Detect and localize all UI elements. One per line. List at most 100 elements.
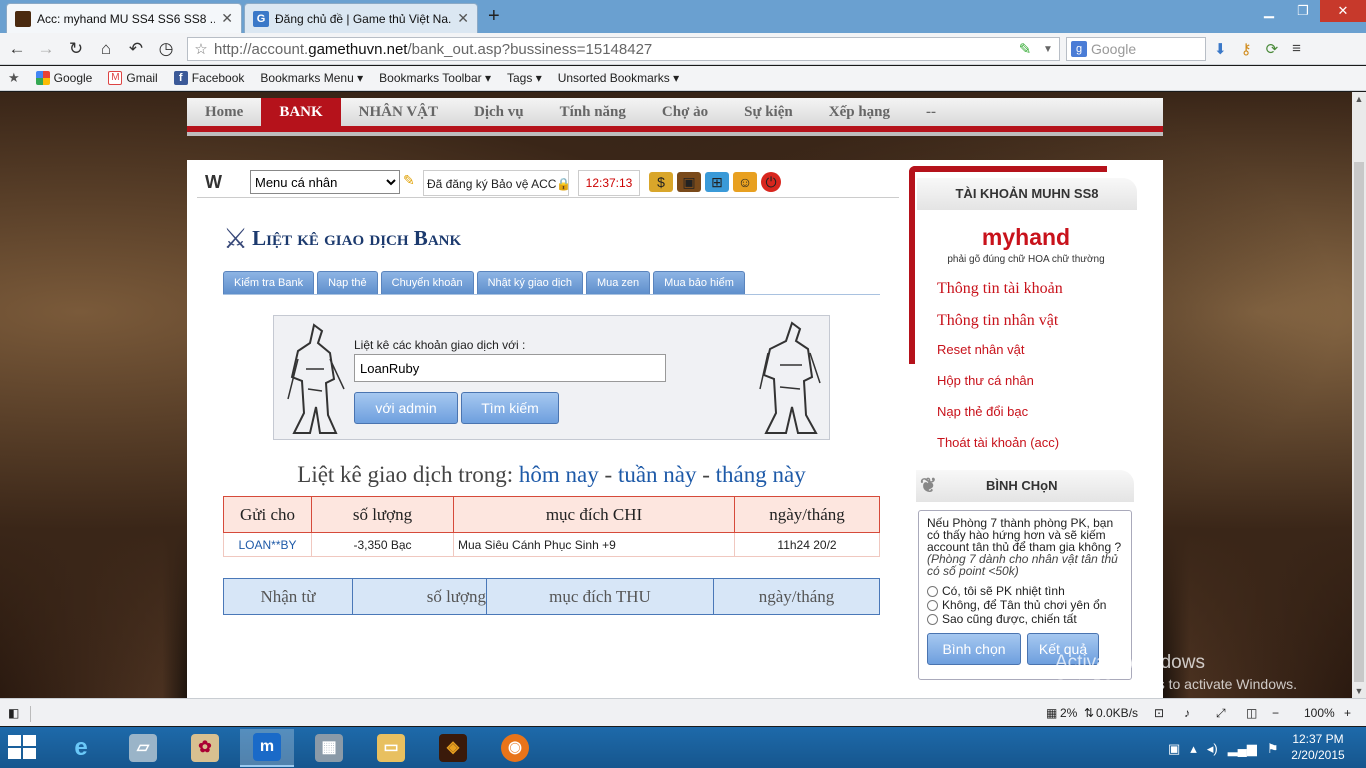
subtab-chuyen-khoan[interactable]: Chuyển khoản	[380, 271, 474, 294]
subtab-mua-bao-hiem[interactable]: Mua bảo hiểm	[653, 271, 745, 294]
taskbar-paint[interactable]: ✿	[178, 729, 232, 767]
link-logout[interactable]: Thoát tài khoản (acc)	[937, 435, 1059, 450]
zoom-in-icon[interactable]: +	[1344, 706, 1351, 720]
key-icon[interactable]: ⚷	[1241, 40, 1252, 58]
bookmarks-toolbar[interactable]: Bookmarks Toolbar ▾	[379, 71, 491, 85]
search-input[interactable]	[354, 354, 666, 382]
sync-icon[interactable]: ⟳	[1266, 40, 1279, 58]
new-tab-icon[interactable]: +	[488, 5, 500, 28]
vote-option-1[interactable]: Có, tôi sẽ PK nhiệt tình	[927, 585, 1123, 597]
taskbar-clock[interactable]: 12:37 PM 2/20/2015	[1286, 731, 1350, 763]
download-icon[interactable]: ⬇	[1214, 40, 1227, 58]
radio-icon[interactable]	[927, 613, 938, 625]
restore-icon[interactable]: ❐	[1286, 0, 1320, 22]
speaker-icon[interactable]: ◂)	[1207, 741, 1218, 757]
nav-tinh-nang[interactable]: Tính năng	[542, 98, 644, 126]
taskbar-calculator[interactable]: ▦	[302, 729, 356, 767]
bookmark-facebook[interactable]: f Facebook	[173, 71, 244, 85]
radio-icon[interactable]	[927, 599, 938, 611]
link-inbox[interactable]: Hộp thư cá nhân	[937, 373, 1034, 388]
search-box[interactable]: g Google	[1066, 37, 1206, 61]
undo-close-icon[interactable]: ↶	[125, 39, 147, 59]
close-tab-icon[interactable]: ✕	[221, 10, 233, 27]
bookmarks-unsorted[interactable]: Unsorted Bookmarks ▾	[558, 71, 679, 85]
taskbar-maxthon[interactable]: m	[240, 729, 294, 767]
bookmarks-tags[interactable]: Tags ▾	[507, 71, 542, 85]
nav-dich-vu[interactable]: Dịch vụ	[456, 98, 542, 126]
tab-forum[interactable]: G Đăng chủ đề | Game thủ Việt Na... ✕	[244, 3, 478, 33]
vote-option-3[interactable]: Sao cũng được, chiến tất	[927, 613, 1123, 625]
reload-icon[interactable]: ↻	[65, 39, 87, 59]
split-view-icon[interactable]: ◫	[1246, 706, 1257, 720]
subtab-nhat-ky[interactable]: Nhật ký giao dịch	[476, 271, 583, 294]
nav-xep-hang[interactable]: Xếp hạng	[811, 98, 908, 126]
link-reset-character[interactable]: Reset nhân vật	[937, 342, 1024, 357]
wifi-icon[interactable]: ▂▄▆	[1228, 741, 1257, 757]
bookmark-gmail[interactable]: M Gmail	[108, 71, 158, 85]
forward-icon[interactable]: →	[35, 39, 57, 59]
power-icon[interactable]: ⏻	[761, 172, 781, 192]
vote-button[interactable]: Bình chọn	[927, 633, 1021, 665]
close-window-icon[interactable]: ✕	[1320, 0, 1366, 22]
home-icon[interactable]: ⌂	[95, 39, 117, 59]
scroll-up-icon[interactable]: ▲	[1352, 94, 1366, 104]
recipient-link[interactable]: LOAN**BY	[223, 532, 312, 557]
personal-menu-select[interactable]: Menu cá nhân	[250, 170, 400, 194]
period-month-link[interactable]: tháng này	[716, 462, 806, 487]
sidebar-toggle-icon[interactable]: ◧	[8, 706, 19, 720]
tray-icon[interactable]: ▣	[1168, 741, 1180, 757]
subtab-kiem-tra-bank[interactable]: Kiểm tra Bank	[223, 271, 315, 294]
scroll-down-icon[interactable]: ▼	[1352, 686, 1366, 696]
bookmark-google[interactable]: Google	[35, 71, 92, 85]
nav-bank[interactable]: BANK	[261, 98, 341, 126]
taskbar-app-1[interactable]: ▱	[116, 729, 170, 767]
back-icon[interactable]: ←	[6, 39, 28, 59]
close-tab-icon[interactable]: ✕	[457, 10, 469, 27]
subtab-mua-zen[interactable]: Mua zen	[585, 271, 651, 294]
flag-icon[interactable]: ⚑	[1267, 741, 1279, 757]
zoom-level[interactable]: 100%	[1304, 706, 1335, 720]
bookmarks-menu[interactable]: Bookmarks Menu ▾	[260, 71, 363, 85]
nav-cho-ao[interactable]: Chợ ảo	[644, 98, 726, 126]
url-dropdown-icon[interactable]: ▼	[1037, 44, 1059, 55]
period-today-link[interactable]: hôm nay	[519, 462, 599, 487]
taskbar-mu-game[interactable]: ◈	[426, 729, 480, 767]
tab-account[interactable]: Acc: myhand MU SS4 SS6 SS8 ... ✕	[6, 3, 242, 33]
start-button[interactable]	[8, 735, 38, 761]
search-button[interactable]: Tìm kiếm	[461, 392, 559, 424]
nav-more[interactable]: --	[908, 98, 954, 126]
period-week-link[interactable]: tuần này	[618, 462, 697, 487]
tray-expand-icon[interactable]: ▴	[1190, 741, 1197, 757]
minimize-icon[interactable]: ▁	[1252, 0, 1286, 22]
volume-icon[interactable]: ♪	[1184, 706, 1190, 720]
pencil-icon[interactable]: ✎	[403, 172, 415, 189]
bookmarks-star-icon[interactable]: ★	[8, 70, 20, 86]
bookmark-star-icon[interactable]: ☆	[188, 40, 214, 58]
vote-option-2[interactable]: Không, để Tân thủ chơi yên ổn	[927, 599, 1123, 611]
nav-su-kien[interactable]: Sự kiện	[726, 98, 811, 126]
radio-icon[interactable]	[927, 585, 938, 597]
zoom-out-icon[interactable]: −	[1272, 706, 1279, 720]
chest-icon[interactable]: ▣	[677, 172, 701, 192]
smiley-icon[interactable]: ☺	[733, 172, 757, 192]
with-admin-button[interactable]: với admin	[354, 392, 458, 424]
taskbar-explorer[interactable]: ▭	[364, 729, 418, 767]
nav-home[interactable]: Home	[187, 98, 261, 126]
page-scrollbar[interactable]: ▲ ▼	[1352, 92, 1366, 698]
addon-icon[interactable]: ✎	[1013, 40, 1037, 58]
fullscreen-icon[interactable]: ⤢	[1216, 706, 1226, 721]
menu-icon[interactable]: ≡	[1292, 40, 1301, 58]
nav-nhan-vat[interactable]: NHÂN VẬT	[341, 98, 456, 126]
scroll-thumb[interactable]	[1354, 162, 1364, 682]
screenshot-icon[interactable]: ⊡	[1154, 706, 1164, 720]
taskbar-firefox[interactable]: ◉	[488, 729, 542, 767]
history-icon[interactable]: ◷	[155, 39, 177, 59]
address-bar[interactable]: ☆ http://account.gamethuvn.net/bank_out.…	[187, 37, 1060, 61]
link-account-info[interactable]: Thông tin tài khoản	[937, 280, 1063, 298]
link-topup[interactable]: Nạp thẻ đổi bạc	[937, 404, 1028, 419]
taskbar-ie[interactable]: e	[54, 729, 108, 767]
cart-icon[interactable]: ⊞	[705, 172, 729, 192]
money-bag-icon[interactable]: $	[649, 172, 673, 192]
link-character-info[interactable]: Thông tin nhân vật	[937, 312, 1058, 330]
subtab-nap-the[interactable]: Nạp thẻ	[317, 271, 378, 294]
